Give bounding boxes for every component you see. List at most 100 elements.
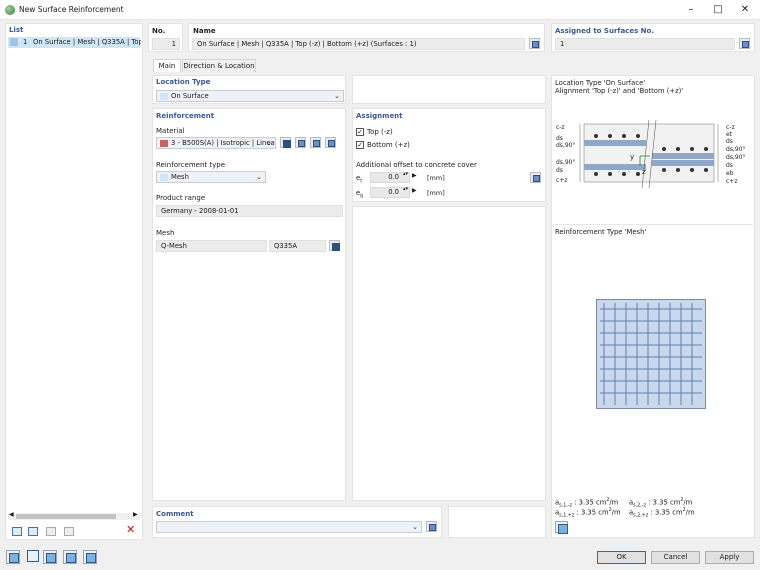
list-item-no: 1 xyxy=(23,38,28,46)
import-icon[interactable] xyxy=(63,550,77,564)
mesh-label: Mesh xyxy=(156,229,175,237)
offset-top-symbol: et xyxy=(356,174,363,185)
new-item-icon[interactable] xyxy=(10,525,24,537)
left-dimension-labels: c-z ds ds,90° ds,90° ds c+z xyxy=(556,124,575,184)
cancel-button[interactable]: Cancel xyxy=(651,551,700,564)
no-label: No. xyxy=(152,27,166,35)
product-range-field[interactable]: Germany - 2008-01-01 xyxy=(156,205,343,217)
type-swatch-icon xyxy=(160,174,168,181)
chevron-down-icon: ⌄ xyxy=(412,523,418,531)
material-swatch-icon xyxy=(160,140,168,147)
location-type-select[interactable]: On Surface ⌄ xyxy=(156,90,344,102)
location-label: Location Type xyxy=(156,78,211,86)
svg-text:ds: ds xyxy=(556,167,563,174)
middle-bottom-panel xyxy=(352,206,546,501)
view-toggle-icon[interactable] xyxy=(27,550,39,562)
axis-y-label: y xyxy=(630,153,634,161)
scroll-right-icon[interactable]: ▶ xyxy=(133,511,138,518)
svg-text:c+z: c+z xyxy=(726,178,737,185)
svg-text:c-z: c-z xyxy=(556,124,565,131)
delete-icon[interactable] xyxy=(124,523,138,537)
name-panel: Name On Surface | Mesh | Q335A | Top (-z… xyxy=(188,23,545,52)
material-select[interactable]: 3 - B500S(A) | Isotropic | Linear... ⌄ xyxy=(156,137,276,149)
preview-divider xyxy=(553,224,753,225)
units-icon[interactable] xyxy=(6,550,20,564)
offset-top-input[interactable]: 0.0 xyxy=(370,172,410,183)
offset-bottom-input[interactable]: 0.0 xyxy=(370,187,410,198)
bottom-bar-left xyxy=(584,164,646,170)
close-icon[interactable]: ✕ xyxy=(738,3,752,17)
title-bar: New Surface Reinforcement – □ ✕ xyxy=(0,0,760,20)
right-dimension-labels: c-z et ds ds,90° ds,90° ds eb c+z xyxy=(726,124,745,185)
offset-bottom-arrow-icon[interactable]: ▶ xyxy=(412,187,417,194)
location-caption-1: Location Type 'On Surface' xyxy=(555,79,646,87)
preview-settings-icon[interactable] xyxy=(555,521,568,534)
offset-top-unit: [mm] xyxy=(427,174,445,182)
apply-button[interactable]: Apply xyxy=(705,551,754,564)
tab-main[interactable]: Main xyxy=(153,59,181,72)
cross-section-diagram: y z c-z ds ds,90° ds,90° ds c+z c-z et d… xyxy=(556,120,745,189)
comment-tool-icon[interactable] xyxy=(426,521,437,532)
list-item-text: On Surface | Mesh | Q335A | Top (-z) | xyxy=(33,38,141,46)
location-swatch-icon xyxy=(160,93,168,100)
reinforcement-type-select[interactable]: Mesh ⌄ xyxy=(156,171,266,183)
ok-button[interactable]: OK xyxy=(597,551,646,564)
tab-direction-location[interactable]: Direction & Location xyxy=(182,59,256,72)
list-item[interactable]: 1 On Surface | Mesh | Q335A | Top (-z) | xyxy=(8,37,141,48)
chevron-down-icon: ⌄ xyxy=(256,173,262,181)
list-label: List xyxy=(9,26,24,34)
reinforcement-type-label: Reinforcement type xyxy=(156,161,226,169)
maximize-icon[interactable]: □ xyxy=(711,3,725,17)
uncheck-all-icon[interactable] xyxy=(62,525,76,537)
mesh-field[interactable]: Q-Mesh xyxy=(156,240,267,252)
comment-side-panel xyxy=(448,506,546,538)
copy-item-icon[interactable] xyxy=(26,525,40,537)
list-item-color-icon xyxy=(10,38,18,46)
list-scrollbar-thumb[interactable] xyxy=(16,514,116,519)
bottom-checkbox[interactable]: ✓ xyxy=(356,141,364,149)
no-field[interactable]: 1 xyxy=(152,38,180,50)
assigned-panel: Assigned to Surfaces No. 1 xyxy=(551,23,755,52)
offset-bottom-unit: [mm] xyxy=(427,189,445,197)
axis-z-label: z xyxy=(642,168,646,176)
svg-text:ds,90°: ds,90° xyxy=(726,146,745,153)
area-s2-bottom: as,2,+z : 3.35 cm2/m xyxy=(629,508,695,519)
mesh-preview xyxy=(596,299,706,409)
offset-bottom-symbol: eb xyxy=(356,189,364,200)
edit-name-icon[interactable] xyxy=(529,38,540,49)
top-checkbox[interactable]: ✓ xyxy=(356,128,364,136)
mesh-library-icon[interactable] xyxy=(329,240,340,251)
comment-panel: Comment ⌄ xyxy=(152,506,442,538)
svg-text:c+z: c+z xyxy=(556,177,567,184)
select-surfaces-icon[interactable] xyxy=(739,38,750,49)
list-scrollbar[interactable]: ◀ ▶ xyxy=(8,511,140,520)
material-library-icon[interactable] xyxy=(280,137,291,148)
top-bar-right xyxy=(652,153,714,159)
reinforcement-type-value: Mesh xyxy=(171,173,189,181)
offset-tool-icon[interactable] xyxy=(530,172,541,183)
assigned-field[interactable]: 1 xyxy=(555,38,735,50)
scroll-left-icon[interactable]: ◀ xyxy=(9,511,14,518)
check-all-icon[interactable] xyxy=(44,525,58,537)
pick-material-icon[interactable] xyxy=(325,137,336,148)
window-title: New Surface Reinforcement xyxy=(19,5,124,14)
name-field[interactable]: On Surface | Mesh | Q335A | Top (-z) | B… xyxy=(192,38,525,50)
top-bar-left xyxy=(584,140,646,146)
offset-top-arrow-icon[interactable]: ▶ xyxy=(412,172,417,179)
comment-input[interactable]: ⌄ xyxy=(156,521,422,533)
reinforcement-section-label: Reinforcement xyxy=(156,112,215,120)
edit-material-icon[interactable] xyxy=(310,137,321,148)
mesh-boundary xyxy=(596,299,706,409)
mesh-code-field[interactable]: Q335A xyxy=(269,240,326,252)
name-label: Name xyxy=(193,27,216,35)
svg-text:ds,90°: ds,90° xyxy=(556,159,575,166)
product-range-label: Product range xyxy=(156,194,206,202)
preview-panel: Location Type 'On Surface' Alignment 'To… xyxy=(551,75,755,538)
table-icon[interactable] xyxy=(43,550,57,564)
new-material-icon[interactable] xyxy=(295,137,306,148)
location-type-value: On Surface xyxy=(171,92,209,100)
svg-text:et: et xyxy=(726,131,733,138)
function-icon[interactable] xyxy=(83,550,97,564)
middle-top-panel xyxy=(352,75,546,104)
minimize-icon[interactable]: – xyxy=(684,3,698,17)
